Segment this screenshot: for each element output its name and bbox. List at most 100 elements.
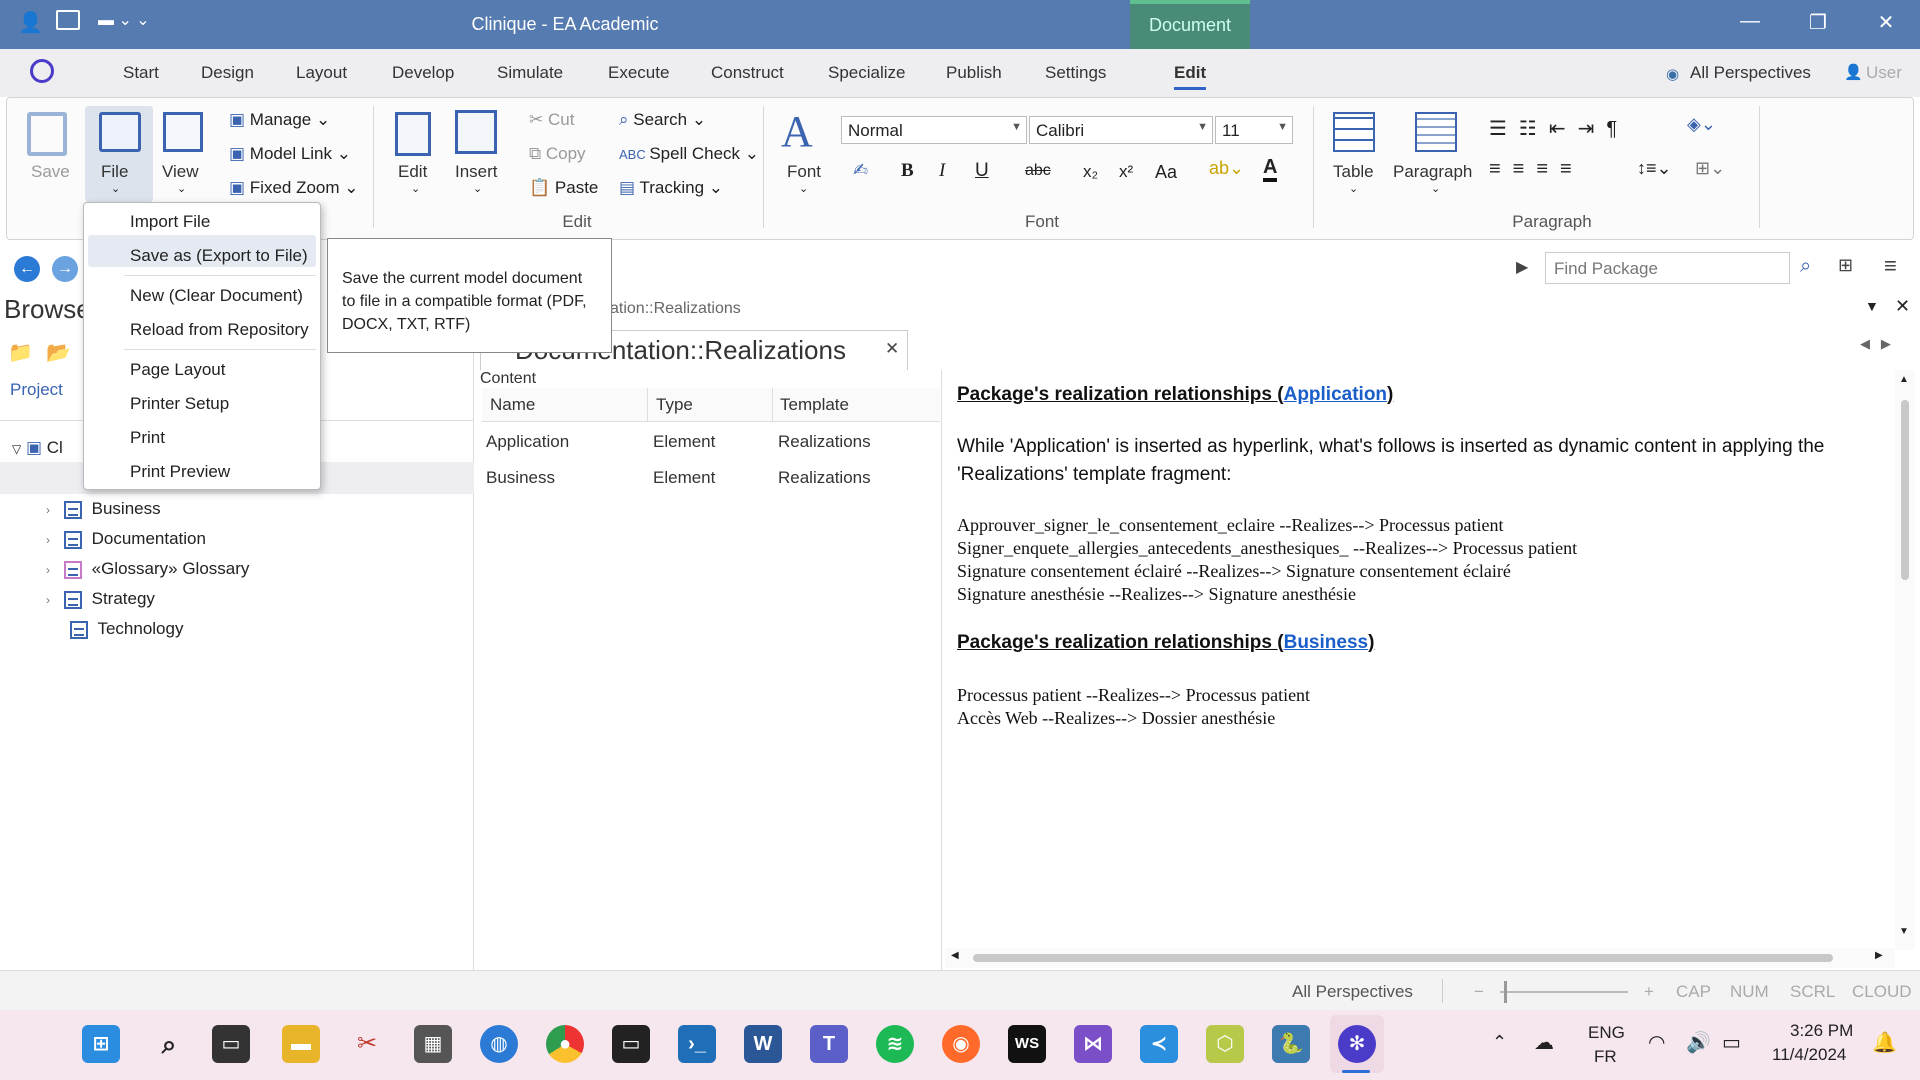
minimize-button[interactable]: — [1730, 10, 1770, 33]
tab-simulate[interactable]: Simulate [497, 63, 563, 83]
tree-item-strategy[interactable]: › Strategy [46, 584, 155, 614]
user-menu[interactable]: User [1866, 63, 1902, 83]
subscript-button[interactable]: x₂ [1083, 162, 1098, 182]
menu-item-printer-setup[interactable]: Printer Setup [130, 394, 229, 414]
back-icon[interactable]: ← [14, 256, 40, 282]
app-hexagon-icon[interactable]: ⬡ [1206, 1025, 1244, 1063]
tab-project[interactable]: Project [10, 380, 63, 400]
copy-button[interactable]: ⧉ Copy [529, 144, 586, 164]
column-header-name[interactable]: Name [490, 395, 535, 415]
size-combo[interactable]: 11 ▼ [1215, 116, 1293, 144]
menu-item-page-layout[interactable]: Page Layout [130, 360, 225, 380]
view-button[interactable]: View [162, 162, 199, 182]
search-icon[interactable]: ⌕ [1800, 255, 1811, 278]
chrome-icon[interactable]: ● [546, 1025, 584, 1063]
paragraph-button[interactable]: Paragraph [1393, 162, 1472, 182]
business-link[interactable]: Business [1284, 632, 1368, 653]
zoom-in-button[interactable]: + [1644, 982, 1654, 1002]
align-buttons[interactable]: ≡≡≡≡ [1489, 158, 1584, 181]
grid-icon[interactable]: ⊞ [1838, 255, 1853, 276]
format-painter-icon[interactable]: ✍ [853, 160, 868, 181]
bold-button[interactable]: B [901, 160, 914, 182]
context-tab-document[interactable]: Document [1130, 0, 1250, 49]
perspectives-selector[interactable]: All Perspectives [1690, 63, 1811, 83]
scroll-right-icon[interactable]: ▶ [1875, 950, 1883, 961]
menu-item-print[interactable]: Print [130, 428, 165, 448]
visual-studio-icon[interactable]: ⋈ [1074, 1025, 1112, 1063]
dropdown-icon[interactable]: ▼ [1865, 298, 1879, 314]
strikethrough-button[interactable]: abc [1025, 162, 1051, 180]
fixed-zoom-button[interactable]: ▣ Fixed Zoom ⌄ [229, 178, 359, 198]
list-buttons[interactable]: ☰☷⇤⇥¶ [1489, 116, 1629, 141]
application-link[interactable]: Application [1284, 384, 1387, 405]
chevron-up-icon[interactable]: ⌃ [1492, 1032, 1507, 1053]
scroll-down-icon[interactable]: ▼ [1899, 926, 1909, 937]
firefox-icon[interactable]: ◉ [942, 1025, 980, 1063]
italic-button[interactable]: I [939, 160, 945, 182]
tree-item-technology[interactable]: Technology [70, 614, 183, 644]
change-case-button[interactable]: Aa [1155, 162, 1177, 183]
close-button[interactable]: ✕ [1866, 10, 1906, 35]
forward-icon[interactable]: → [52, 256, 78, 282]
edit-button[interactable]: Edit [398, 162, 427, 182]
font-button[interactable]: Font [787, 162, 821, 182]
notification-icon[interactable]: 🔔 [1872, 1030, 1897, 1055]
file-explorer-icon[interactable]: ▬ [282, 1025, 320, 1063]
table-button[interactable]: Table [1333, 162, 1374, 182]
tab-settings[interactable]: Settings [1045, 63, 1106, 83]
tree-item-glossary[interactable]: › «Glossary» Glossary [46, 554, 249, 584]
model-link-button[interactable]: ▣ Model Link ⌄ [229, 144, 351, 164]
spotify-icon[interactable]: ≋ [876, 1025, 914, 1063]
status-perspectives[interactable]: All Perspectives [1292, 982, 1413, 1002]
horizontal-scrollbar[interactable]: ◀ ▶ [945, 948, 1895, 968]
webstorm-icon[interactable]: WS [1008, 1025, 1046, 1063]
shading-icon[interactable]: ◈⌄ [1687, 114, 1716, 135]
spell-check-button[interactable]: ABC Spell Check ⌄ [619, 144, 759, 164]
menu-item-import-file[interactable]: Import File [130, 212, 210, 232]
clock-time[interactable]: 3:26 PM [1790, 1021, 1853, 1041]
volume-icon[interactable]: 🔊 [1686, 1030, 1711, 1055]
enterprise-architect-icon[interactable]: ✻ [1338, 1025, 1376, 1063]
font-combo[interactable]: Calibri ▼ [1029, 116, 1213, 144]
menu-item-reload[interactable]: Reload from Repository [130, 320, 309, 340]
python-icon[interactable]: 🐍 [1272, 1025, 1310, 1063]
battery-icon[interactable]: ▭ [1722, 1030, 1741, 1055]
hamburger-icon[interactable]: ≡ [1884, 253, 1897, 279]
scroll-tabs-icon[interactable]: ◀ ▶ [1860, 336, 1891, 352]
tab-specialize[interactable]: Specialize [828, 63, 906, 83]
manage-button[interactable]: ▣ Manage ⌄ [229, 110, 330, 130]
cloud-icon[interactable]: ☁ [1534, 1030, 1554, 1055]
calculator-icon[interactable]: ▦ [414, 1025, 452, 1063]
restore-button[interactable]: ❐ [1798, 10, 1838, 35]
scroll-left-icon[interactable]: ◀ [951, 950, 959, 961]
menu-item-save-as[interactable]: Save as (Export to File) [130, 246, 308, 266]
save-button[interactable]: Save [31, 162, 70, 182]
menu-item-new[interactable]: New (Clear Document) [130, 286, 303, 306]
tree-item-documentation[interactable]: › Documentation [46, 524, 206, 554]
snipping-tool-icon[interactable]: ✂ [348, 1025, 386, 1063]
close-tab-icon[interactable]: ✕ [885, 339, 899, 359]
zoom-slider-thumb[interactable] [1504, 981, 1507, 1003]
zoom-out-button[interactable]: − [1474, 982, 1484, 1002]
windows-start-icon[interactable]: ⊞ [82, 1025, 120, 1063]
tracking-button[interactable]: ▤ Tracking ⌄ [619, 178, 723, 198]
table-cell[interactable]: Business [486, 468, 555, 488]
new-folder-icon[interactable]: 📁 [8, 340, 33, 365]
clock-date[interactable]: 11/4/2024 [1772, 1045, 1846, 1065]
ea-menu-icon[interactable] [30, 59, 54, 83]
menu-item-print-preview[interactable]: Print Preview [130, 462, 230, 482]
tab-construct[interactable]: Construct [711, 63, 784, 83]
column-header-template[interactable]: Template [780, 395, 849, 415]
search-button[interactable]: ⌕ Search ⌄ [619, 110, 706, 130]
rtf-document[interactable]: Package's realization relationships (App… [945, 370, 1895, 950]
line-spacing-icon[interactable]: ↕≡⌄ [1637, 158, 1672, 179]
teams-icon[interactable]: T [810, 1025, 848, 1063]
tab-execute[interactable]: Execute [608, 63, 669, 83]
underline-button[interactable]: U [975, 160, 989, 182]
superscript-button[interactable]: x² [1119, 162, 1133, 182]
tab-develop[interactable]: Develop [392, 63, 454, 83]
play-icon[interactable]: ▶ [1516, 257, 1528, 277]
font-color-icon[interactable]: A [1263, 156, 1278, 182]
column-header-type[interactable]: Type [656, 395, 693, 415]
wifi-icon[interactable]: ◠ [1648, 1030, 1665, 1055]
